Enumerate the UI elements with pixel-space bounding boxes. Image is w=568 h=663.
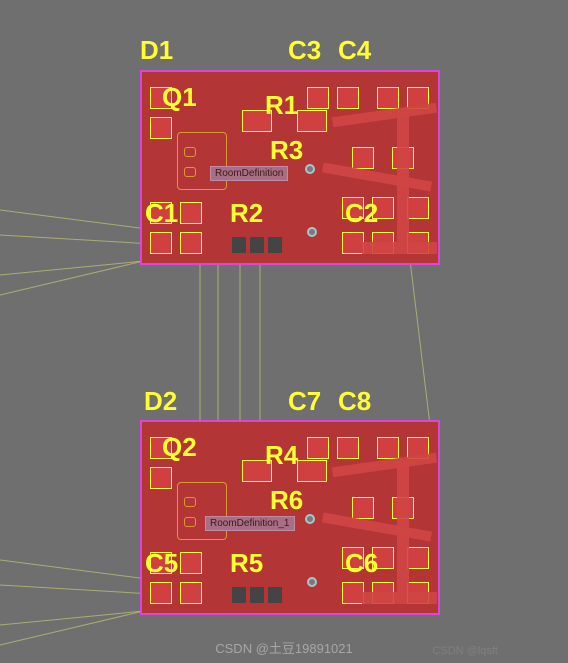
designator-C8[interactable]: C8 bbox=[338, 386, 371, 417]
pad bbox=[250, 587, 264, 603]
silk bbox=[184, 517, 196, 527]
pad bbox=[268, 587, 282, 603]
designator-D2[interactable]: D2 bbox=[144, 386, 177, 417]
trace bbox=[322, 513, 432, 542]
pad bbox=[150, 117, 172, 139]
pad bbox=[307, 87, 329, 109]
via bbox=[307, 577, 317, 587]
designator-C4[interactable]: C4 bbox=[338, 35, 371, 66]
designator-R2[interactable]: R2 bbox=[230, 198, 263, 229]
pad bbox=[342, 232, 364, 254]
designator-C2[interactable]: C2 bbox=[345, 198, 378, 229]
pad bbox=[337, 87, 359, 109]
designator-C3[interactable]: C3 bbox=[288, 35, 321, 66]
pad bbox=[342, 582, 364, 604]
designator-Q2[interactable]: Q2 bbox=[162, 432, 197, 463]
pad bbox=[250, 237, 264, 253]
designator-R1[interactable]: R1 bbox=[265, 90, 298, 121]
designator-D1[interactable]: D1 bbox=[140, 35, 173, 66]
designator-R3[interactable]: R3 bbox=[270, 135, 303, 166]
trace bbox=[362, 592, 437, 604]
pad bbox=[232, 587, 246, 603]
pad bbox=[407, 197, 429, 219]
pad bbox=[352, 497, 374, 519]
pad bbox=[297, 460, 327, 482]
silk bbox=[184, 147, 196, 157]
via bbox=[307, 227, 317, 237]
pad bbox=[232, 237, 246, 253]
watermark-secondary: CSDN @lqsft bbox=[432, 645, 498, 657]
via bbox=[305, 514, 315, 524]
pad bbox=[307, 437, 329, 459]
pad bbox=[180, 232, 202, 254]
pad bbox=[150, 232, 172, 254]
pad bbox=[268, 237, 282, 253]
trace bbox=[322, 163, 432, 192]
designator-R6[interactable]: R6 bbox=[270, 485, 303, 516]
designator-C6[interactable]: C6 bbox=[345, 548, 378, 579]
silk bbox=[184, 167, 196, 177]
pad bbox=[352, 147, 374, 169]
designator-C7[interactable]: C7 bbox=[288, 386, 321, 417]
pad bbox=[180, 552, 202, 574]
pad bbox=[180, 582, 202, 604]
pad bbox=[337, 437, 359, 459]
room-label-bottom[interactable]: RoomDefinition_1 bbox=[205, 516, 295, 531]
designator-C1[interactable]: C1 bbox=[145, 198, 178, 229]
designator-Q1[interactable]: Q1 bbox=[162, 82, 197, 113]
designator-R5[interactable]: R5 bbox=[230, 548, 263, 579]
designator-C5[interactable]: C5 bbox=[145, 548, 178, 579]
silk bbox=[184, 497, 196, 507]
pad bbox=[407, 547, 429, 569]
pcb-canvas[interactable]: RoomDefinition Ro bbox=[0, 0, 568, 663]
designator-R4[interactable]: R4 bbox=[265, 440, 298, 471]
pad bbox=[150, 582, 172, 604]
pad bbox=[150, 467, 172, 489]
trace bbox=[362, 242, 437, 254]
pad bbox=[180, 202, 202, 224]
silk-q2 bbox=[177, 482, 227, 540]
silk-q1 bbox=[177, 132, 227, 190]
pad bbox=[297, 110, 327, 132]
pad bbox=[377, 437, 399, 459]
pad bbox=[377, 87, 399, 109]
via bbox=[305, 164, 315, 174]
room-label-top[interactable]: RoomDefinition bbox=[210, 166, 288, 181]
